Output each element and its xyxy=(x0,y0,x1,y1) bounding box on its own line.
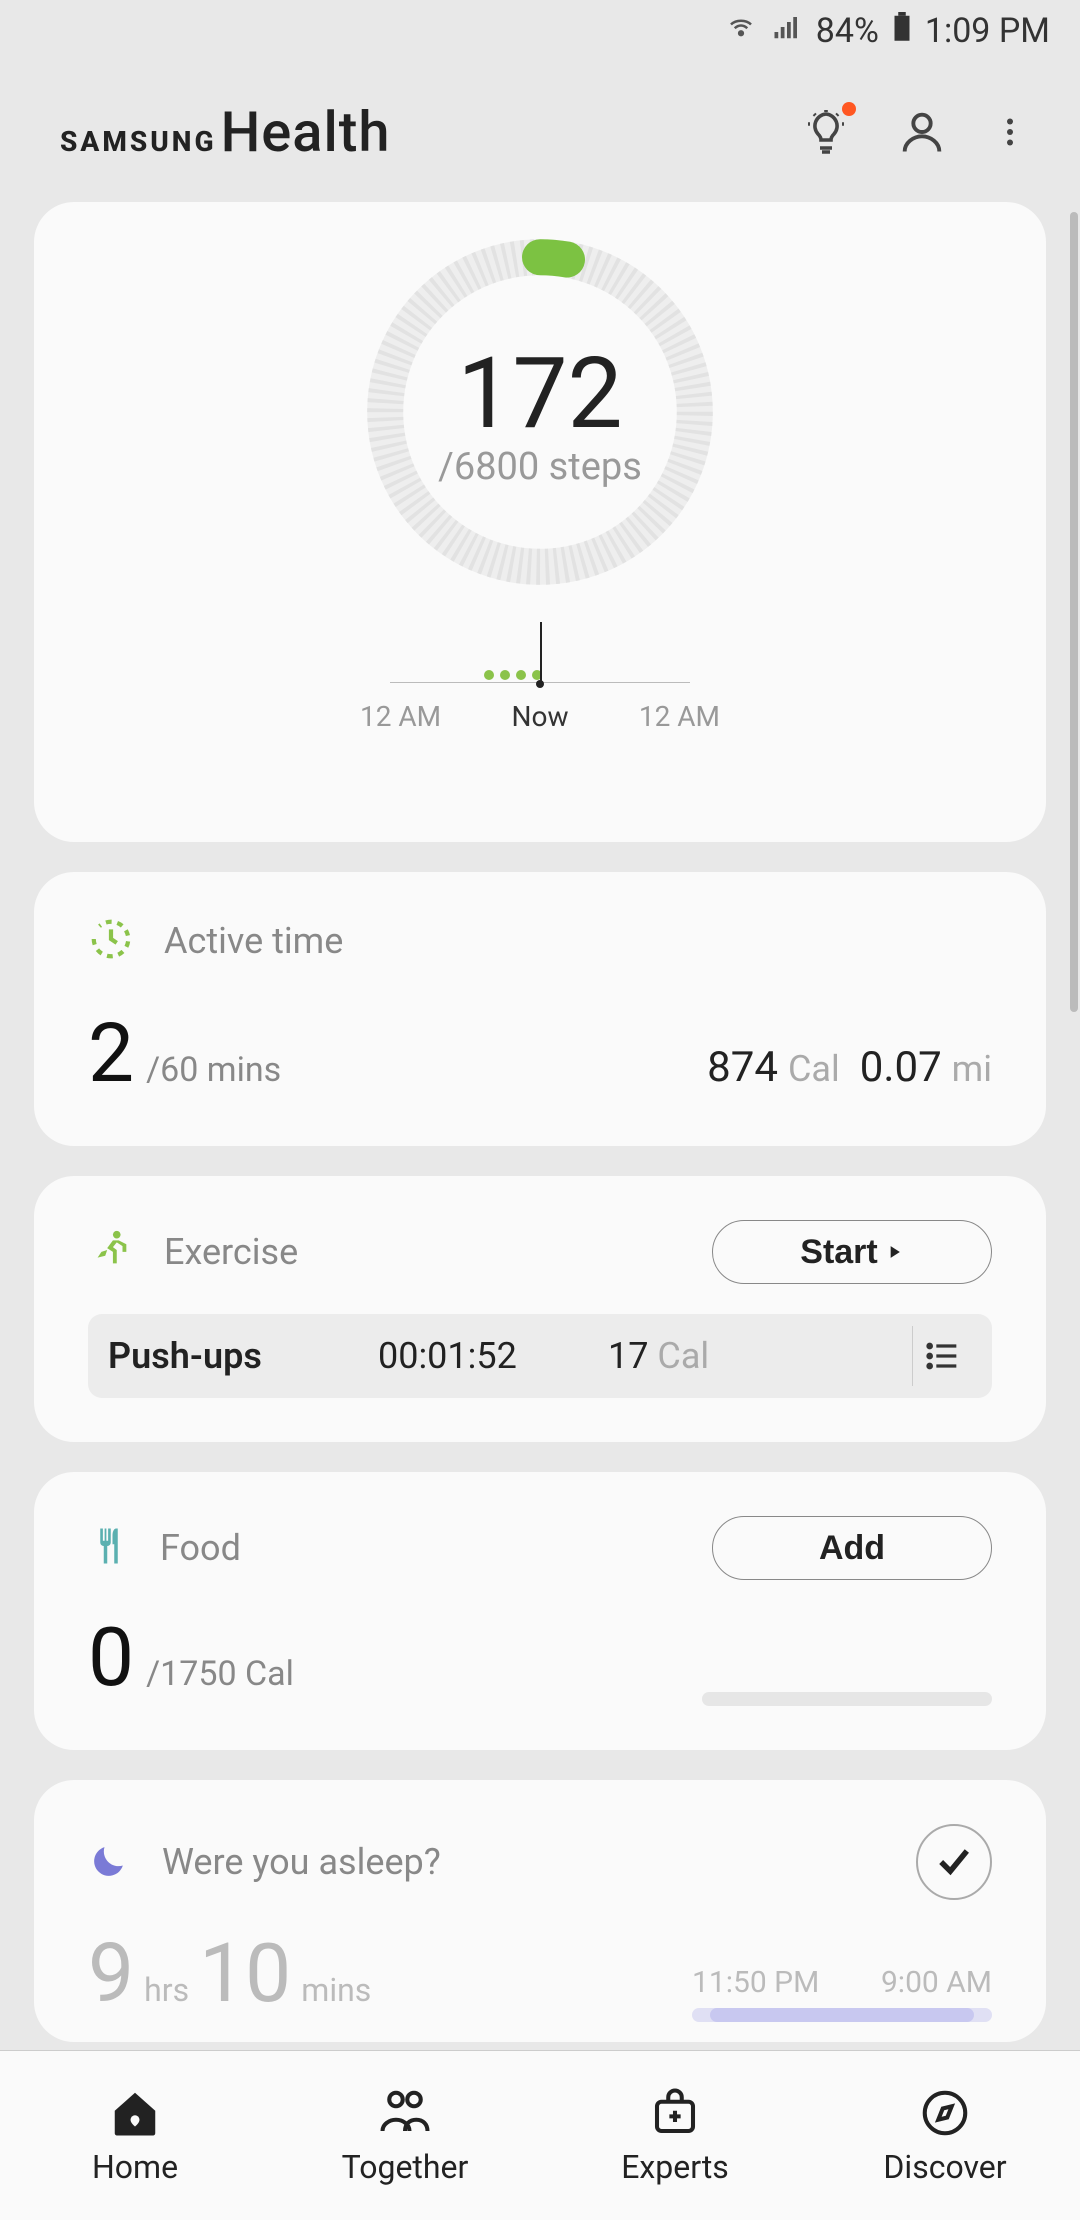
steps-count: 172 xyxy=(457,336,622,451)
exercise-last-entry[interactable]: Push-ups 00:01:52 17 Cal xyxy=(88,1314,992,1398)
exercise-calories: 17 Cal xyxy=(608,1335,902,1377)
status-bar: 84% 1:09 PM xyxy=(0,0,1080,62)
sleep-card[interactable]: Were you asleep? 9 hrs 10 mins 11:50 PM … xyxy=(34,1780,1046,2042)
battery-percentage: 84% xyxy=(816,11,879,51)
nav-home[interactable]: Home xyxy=(0,2051,270,2220)
nav-home-label: Home xyxy=(92,2148,178,2186)
dashboard-scroll[interactable]: 172 /6800 steps 12 AM Now 12 AM Active t… xyxy=(0,202,1080,2082)
sleep-bar xyxy=(692,2008,992,2022)
timeline-left-label: 12 AM xyxy=(360,700,441,733)
sleep-from: 11:50 PM xyxy=(692,1965,819,2000)
together-icon xyxy=(378,2086,432,2140)
play-icon xyxy=(884,1242,904,1262)
tips-button[interactable] xyxy=(798,104,854,160)
active-minutes-goal: /60 mins xyxy=(146,1050,281,1090)
profile-button[interactable] xyxy=(894,104,950,160)
active-time-card[interactable]: Active time 2 /60 mins 874 Cal 0.07 mi xyxy=(34,872,1046,1146)
notification-dot-icon xyxy=(842,102,856,116)
active-distance-value: 0.07 xyxy=(860,1043,942,1092)
food-calories-goal: /1750 Cal xyxy=(146,1654,294,1694)
active-time-icon xyxy=(88,916,134,966)
exercise-duration: 00:01:52 xyxy=(378,1335,598,1377)
start-button-label: Start xyxy=(800,1233,877,1272)
food-title: Food xyxy=(160,1527,241,1569)
wifi-icon xyxy=(724,11,758,51)
bottom-nav: Home Together Experts Discover xyxy=(0,2050,1080,2220)
experts-icon xyxy=(648,2086,702,2140)
battery-icon xyxy=(891,11,913,51)
app-header: SAMSUNGHealth xyxy=(0,62,1080,202)
exercise-title: Exercise xyxy=(164,1231,298,1273)
more-vertical-icon xyxy=(992,114,1028,150)
nav-together[interactable]: Together xyxy=(270,2051,540,2220)
more-options-button[interactable] xyxy=(990,104,1030,160)
nav-experts-label: Experts xyxy=(621,2148,729,2186)
signal-icon xyxy=(770,11,804,51)
active-distance-unit: mi xyxy=(952,1048,992,1090)
active-time-title: Active time xyxy=(164,920,343,962)
exercise-name: Push-ups xyxy=(108,1335,368,1377)
timeline-right-label: 12 AM xyxy=(639,700,720,733)
scrollbar[interactable] xyxy=(1070,212,1078,1012)
food-icon xyxy=(88,1525,130,1571)
brand-text: SAMSUNG xyxy=(60,125,217,158)
nav-discover-label: Discover xyxy=(883,2148,1006,2186)
person-icon xyxy=(896,106,948,158)
running-icon xyxy=(88,1227,134,1277)
nav-experts[interactable]: Experts xyxy=(540,2051,810,2220)
food-card[interactable]: Food Add 0 /1750 Cal xyxy=(34,1472,1046,1750)
timeline-center-label: Now xyxy=(512,700,569,733)
app-name-text: Health xyxy=(221,99,391,165)
food-progress-bar xyxy=(702,1692,992,1706)
compass-icon xyxy=(918,2086,972,2140)
start-exercise-button[interactable]: Start xyxy=(712,1220,992,1284)
list-icon xyxy=(923,1336,963,1376)
clock-time: 1:09 PM xyxy=(925,11,1050,51)
sleep-duration: 9 hrs 10 mins xyxy=(88,1926,692,2022)
nav-discover[interactable]: Discover xyxy=(810,2051,1080,2220)
food-calories-value: 0 xyxy=(88,1610,134,1706)
steps-goal: /6800 steps xyxy=(438,445,642,489)
steps-timeline: 12 AM Now 12 AM xyxy=(390,622,690,732)
steps-progress-ring: 172 /6800 steps xyxy=(360,232,720,592)
confirm-sleep-button[interactable] xyxy=(916,1824,992,1900)
exercise-card[interactable]: Exercise Start Push-ups 00:01:52 17 Cal xyxy=(34,1176,1046,1442)
active-calories-value: 874 xyxy=(707,1043,778,1092)
active-minutes-value: 2 xyxy=(88,1006,134,1102)
moon-icon xyxy=(88,1838,132,1886)
add-button-label: Add xyxy=(819,1529,885,1568)
check-icon xyxy=(932,1840,976,1884)
sleep-title: Were you asleep? xyxy=(162,1841,441,1883)
steps-card[interactable]: 172 /6800 steps 12 AM Now 12 AM xyxy=(34,202,1046,842)
sleep-to: 9:00 AM xyxy=(881,1965,992,2000)
app-title: SAMSUNGHealth xyxy=(60,99,758,165)
add-food-button[interactable]: Add xyxy=(712,1516,992,1580)
nav-together-label: Together xyxy=(342,2148,469,2186)
home-icon xyxy=(108,2086,162,2140)
exercise-list-button[interactable] xyxy=(912,1326,972,1386)
active-calories-unit: Cal xyxy=(788,1048,840,1090)
lightbulb-icon xyxy=(802,108,850,156)
